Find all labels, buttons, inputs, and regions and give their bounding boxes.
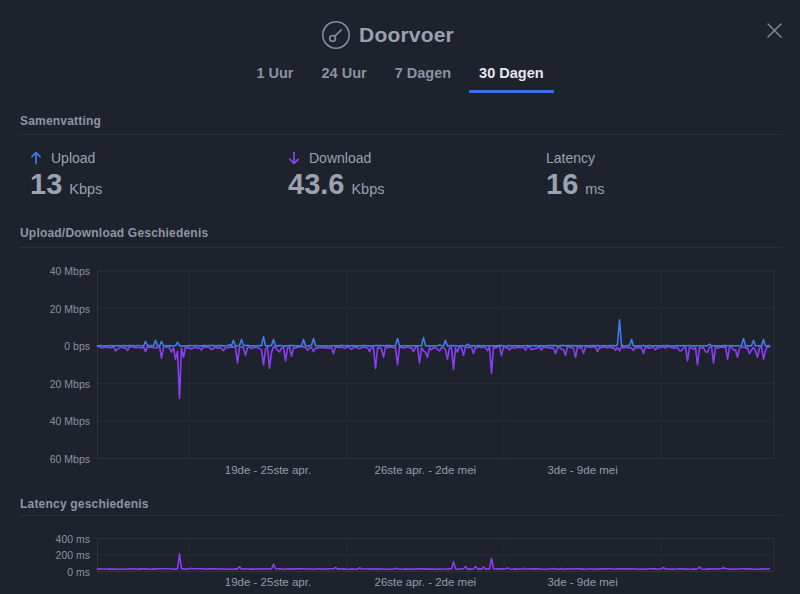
throughput-history-chart: 40 Mbps 20 Mbps 0 bps 20 Mbps 40 Mbps 60 Mbps… [0,250,800,485]
x-axis-label: 19de - 25ste apr. [225,576,311,588]
y-tick-label: 20 Mbps [50,303,90,315]
arrow-up-icon [30,151,42,165]
doorvoer-modal: Doorvoer 1 Uur 24 Uur 7 Dagen 30 Dagen Same… [0,0,800,594]
gauge-icon [321,20,351,50]
x-axis-label: 26ste apr. - 2de mei [375,464,477,476]
summary-section-title: Samenvatting [20,114,101,128]
stat-value: 16 [546,173,578,195]
throughput-section-title: Upload/Download Geschiedenis [20,226,208,240]
stat-value: 43.6 [288,173,344,195]
y-tick-label: 20 Mbps [50,378,90,390]
latency-section-title: Latency geschiedenis [20,497,149,511]
stat-download: Download 43.6 Kbps [288,150,385,197]
modal-header: Doorvoer [0,16,800,54]
tab-30-dagen[interactable]: 30 Dagen [469,63,553,93]
stat-latency: Latency 16 ms [546,150,605,197]
summary-divider [20,134,782,135]
tab-7-dagen[interactable]: 7 Dagen [385,63,461,93]
download-line [98,347,770,399]
stat-unit: Kbps [69,181,102,197]
stat-label: Download [309,150,371,166]
close-button[interactable] [764,20,784,40]
y-tick-label: 40 Mbps [50,265,90,277]
stat-unit: ms [585,181,604,197]
y-tick-label: 200 ms [56,549,90,561]
stat-value: 13 [30,173,62,195]
throughput-divider [20,247,782,248]
y-tick-label: 0 bps [64,340,90,352]
y-tick-label: 400 ms [56,533,90,545]
tab-1-uur[interactable]: 1 Uur [246,63,303,93]
y-tick-label: 40 Mbps [50,415,90,427]
stat-unit: Kbps [351,181,384,197]
stat-label: Latency [546,150,595,166]
stat-label: Upload [51,150,95,166]
y-tick-label: 60 Mbps [50,453,90,465]
modal-title: Doorvoer [359,23,454,47]
upload-line [98,320,770,346]
x-axis-label: 19de - 25ste apr. [225,464,311,476]
x-axis-label: 26ste apr. - 2de mei [375,576,477,588]
y-tick-label: 0 ms [67,566,90,578]
latency-history-chart: 400 ms 200 ms 0 ms 19de - 25ste apr. 26ste a… [0,520,800,594]
latency-line [98,554,770,569]
time-range-tabs: 1 Uur 24 Uur 7 Dagen 30 Dagen [0,63,800,93]
x-axis-label: 3de - 9de mei [547,464,617,476]
latency-divider [20,515,782,516]
arrow-down-icon [288,151,300,165]
close-icon [766,22,783,39]
x-axis-label: 3de - 9de mei [547,576,617,588]
tab-24-uur[interactable]: 24 Uur [312,63,377,93]
stat-upload: Upload 13 Kbps [30,150,102,197]
